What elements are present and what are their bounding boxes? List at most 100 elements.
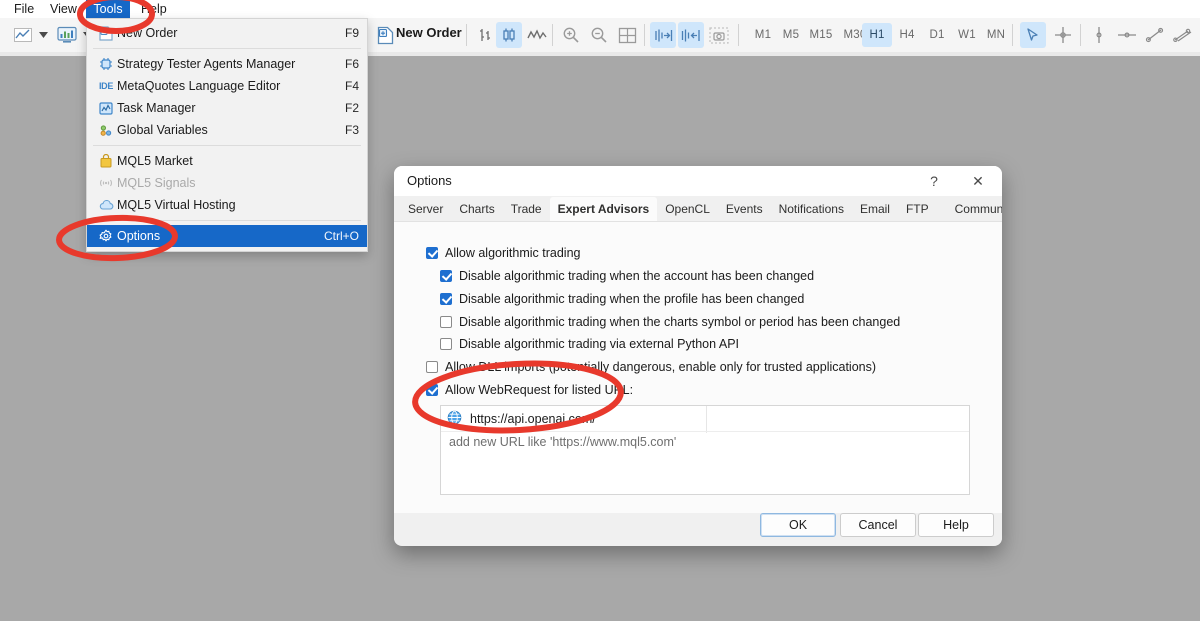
chart-shift-button[interactable] (678, 18, 704, 52)
menu-item-mql5-virtual-hosting[interactable]: MQL5 Virtual Hosting (87, 194, 367, 216)
trendline-button[interactable] (1142, 18, 1168, 52)
screenshot-button[interactable] (706, 18, 732, 52)
webrequest-url-list[interactable]: https://api.openai.com/ add new URL like… (440, 405, 970, 495)
line-graph-button[interactable] (524, 18, 550, 52)
tab-trade[interactable]: Trade (503, 197, 550, 221)
trendline-icon (1142, 22, 1168, 48)
list-item[interactable]: https://api.openai.com/ (441, 406, 969, 432)
tab-email[interactable]: Email (852, 197, 898, 221)
tab-notifications[interactable]: Notifications (771, 197, 852, 221)
screenshot-icon (706, 22, 732, 48)
checkbox-disable-on-account-changed[interactable]: Disable algorithmic trading when the acc… (440, 269, 814, 283)
cursor-button[interactable] (1020, 18, 1046, 52)
menu-help[interactable]: Help (133, 0, 175, 18)
checkbox-box (426, 361, 438, 373)
cancel-button[interactable]: Cancel (840, 513, 916, 537)
checkbox-label: Allow DLL imports (potentially dangerous… (445, 360, 877, 374)
menu-item-mql5-signals: MQL5 Signals (87, 172, 367, 194)
menu-item-label: Global Variables (117, 123, 208, 137)
new-order-button[interactable] (374, 18, 396, 52)
scroll-to-end-button[interactable] (650, 18, 676, 52)
chart-window-button[interactable] (52, 18, 82, 52)
checkbox-box (426, 384, 438, 396)
crosshair-icon (1050, 22, 1076, 48)
vertical-line-button[interactable] (1086, 18, 1112, 52)
candlestick-icon (496, 22, 522, 48)
ok-button[interactable]: OK (760, 513, 836, 537)
shopping-bag-icon (95, 152, 117, 170)
timeframe-h1[interactable]: H1 (862, 23, 892, 47)
checkbox-disable-on-profile-changed[interactable]: Disable algorithmic trading when the pro… (440, 292, 804, 306)
zoom-out-button[interactable] (586, 18, 612, 52)
menu-file[interactable]: File (6, 0, 42, 18)
vertical-line-icon (1086, 22, 1112, 48)
line-chart-icon (10, 22, 36, 48)
toolbar-separator (552, 24, 553, 46)
checkbox-label: Allow algorithmic trading (445, 246, 581, 260)
checkbox-allow-webrequest-for-listed-url[interactable]: Allow WebRequest for listed URL: (426, 383, 633, 397)
menu-item-new-order[interactable]: New Order F9 (87, 22, 367, 44)
menu-bar: File View Tools Help (0, 0, 1200, 18)
help-button[interactable]: Help (918, 513, 994, 537)
tab-community[interactable]: Community (947, 197, 1002, 221)
tab-ftp[interactable]: FTP (898, 197, 937, 221)
line-chart-button[interactable] (8, 18, 38, 52)
grid-button[interactable] (614, 18, 640, 52)
equidistant-channel-icon (1170, 22, 1196, 48)
tab-server[interactable]: Server (400, 197, 451, 221)
zoom-in-button[interactable] (558, 18, 584, 52)
bar-chart-button[interactable] (472, 18, 498, 52)
horizontal-line-button[interactable] (1114, 18, 1140, 52)
new-order-icon (95, 24, 117, 42)
chart-type-dropdown[interactable] (36, 18, 50, 52)
new-order-label[interactable]: New Order (396, 25, 462, 40)
checkbox-box (426, 247, 438, 259)
timeframe-mn[interactable]: MN (980, 23, 1012, 47)
timeframe-m15[interactable]: M15 (804, 23, 838, 47)
dialog-title: Options (407, 173, 452, 188)
menu-tools[interactable]: Tools (86, 0, 130, 18)
menu-item-mql5-market[interactable]: MQL5 Market (87, 150, 367, 172)
menu-item-accelerator: F4 (344, 79, 359, 93)
dialog-title-bar: Options ? ✕ (394, 166, 1002, 196)
checkbox-disable-via-python-api[interactable]: Disable algorithmic trading via external… (440, 337, 739, 351)
timeframe-w1[interactable]: W1 (952, 23, 982, 47)
timeframe-h4[interactable]: H4 (892, 23, 922, 47)
toolbar-separator (1080, 24, 1081, 46)
tab-expert-advisors[interactable]: Expert Advisors (549, 197, 658, 221)
crosshair-button[interactable] (1050, 18, 1076, 52)
add-new-url-hint: add new URL like 'https://www.mql5.com' (449, 435, 677, 449)
cpu-icon (95, 55, 117, 73)
close-icon[interactable]: ✕ (956, 166, 1000, 196)
menu-item-task-manager[interactable]: Task Manager F2 (87, 97, 367, 119)
ide-icon: IDE (98, 81, 114, 91)
tab-events[interactable]: Events (718, 197, 771, 221)
chevron-down-icon (38, 32, 48, 38)
timeframe-m5[interactable]: M5 (776, 23, 806, 47)
checkbox-allow-algorithmic-trading[interactable]: Allow algorithmic trading (426, 246, 580, 260)
tools-dropdown-menu: New Order F9 Strategy Tester Agents Mana… (86, 18, 368, 252)
menu-item-options[interactable]: Options Ctrl+O (87, 225, 367, 247)
menu-item-label: New Order (117, 26, 178, 40)
menu-item-metaquotes-language-editor[interactable]: IDE MetaQuotes Language Editor F4 (87, 75, 367, 97)
menu-item-label: MetaQuotes Language Editor (117, 79, 281, 93)
menu-separator (93, 220, 361, 221)
equidistant-channel-button[interactable] (1170, 18, 1196, 52)
menu-item-global-variables[interactable]: Global Variables F3 (87, 119, 367, 141)
checkbox-allow-dll-imports[interactable]: Allow DLL imports (potentially dangerous… (426, 360, 876, 374)
zoom-in-icon (558, 22, 584, 48)
checkbox-disable-on-symbol-or-period-changed[interactable]: Disable algorithmic trading when the cha… (440, 315, 900, 329)
menu-view[interactable]: View (42, 0, 85, 18)
tab-opencl[interactable]: OpenCL (657, 197, 718, 221)
timeframe-d1[interactable]: D1 (922, 23, 952, 47)
new-order-icon (377, 26, 394, 45)
grid-icon (614, 22, 640, 48)
list-item-url: https://api.openai.com/ (470, 411, 596, 426)
menu-item-strategy-tester-agents-manager[interactable]: Strategy Tester Agents Manager F6 (87, 53, 367, 75)
candlestick-button[interactable] (496, 18, 522, 52)
dialog-help-button[interactable]: ? (912, 166, 956, 196)
add-new-url-row[interactable]: add new URL like 'https://www.mql5.com' (441, 432, 969, 452)
tab-charts[interactable]: Charts (451, 197, 502, 221)
timeframe-m1[interactable]: M1 (748, 23, 778, 47)
menu-item-accelerator: F9 (344, 26, 359, 40)
